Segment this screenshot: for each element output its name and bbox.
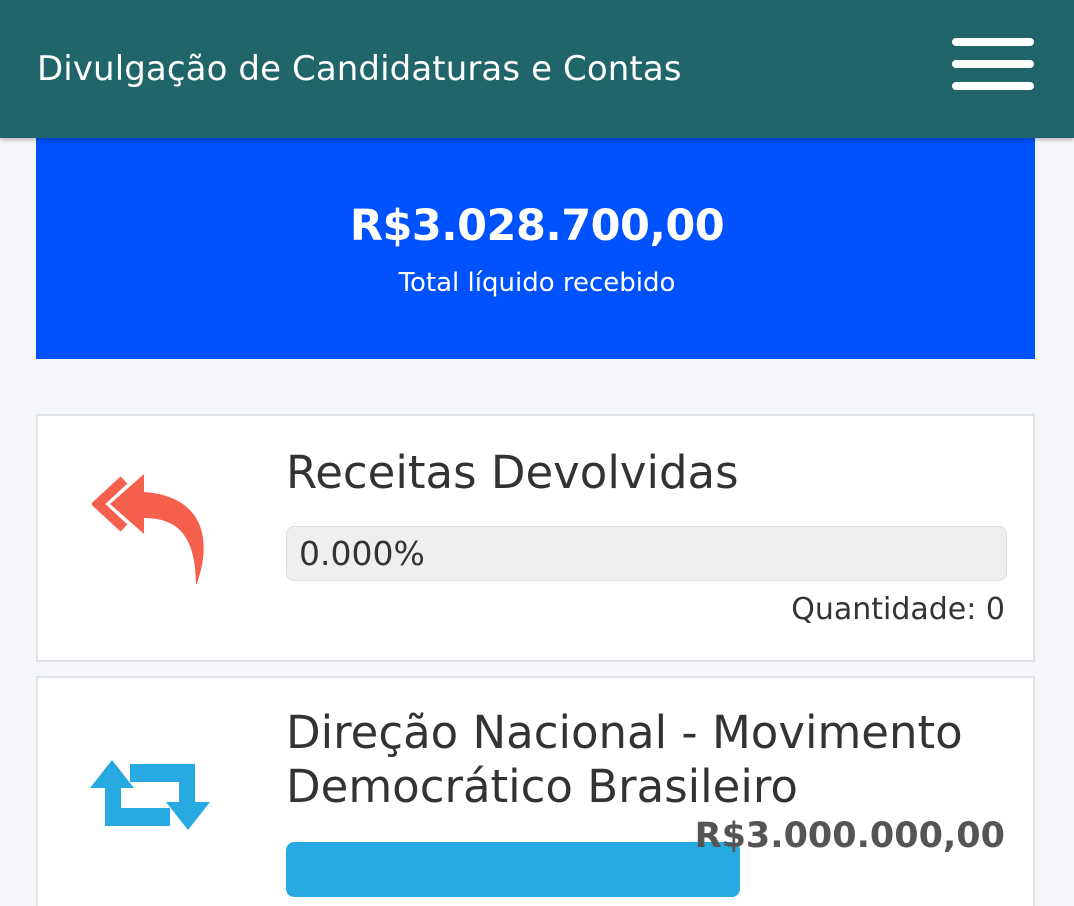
transfer-amount: R$3.000.000,00 <box>694 816 1005 856</box>
card-title: Receitas Devolvidas <box>286 446 739 499</box>
menu-bar <box>952 38 1034 46</box>
app-header: Divulgação de Candidaturas e Contas <box>0 0 1074 138</box>
returned-progress-bar: 0.000% <box>286 526 1007 581</box>
reply-all-icon <box>92 474 204 584</box>
menu-bar <box>952 60 1034 68</box>
card-title: Direção Nacional - Movimento Democrático… <box>286 706 963 813</box>
menu-bar <box>952 82 1034 90</box>
returned-revenue-card[interactable]: Receitas Devolvidas 0.000% Quantidade: 0 <box>36 414 1035 662</box>
transfer-arrows-icon <box>90 760 210 830</box>
progress-percent: 0.000% <box>299 534 425 573</box>
quantity-label: Quantidade: 0 <box>791 592 1005 627</box>
total-label: Total líquido recebido <box>398 268 676 298</box>
app-title: Divulgação de Candidaturas e Contas <box>37 49 682 89</box>
hamburger-menu-icon[interactable] <box>950 38 1036 90</box>
progress-fill <box>286 842 741 897</box>
party-transfer-card[interactable]: Direção Nacional - Movimento Democrático… <box>36 676 1035 906</box>
total-amount: R$3.028.700,00 <box>349 201 725 251</box>
